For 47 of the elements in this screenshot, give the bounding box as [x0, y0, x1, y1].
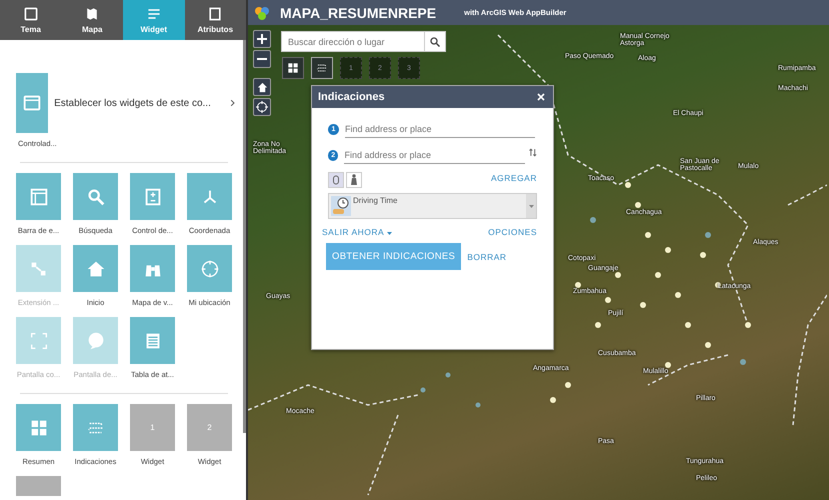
travel-mode-select[interactable]: Driving Time [328, 193, 537, 219]
controller-description[interactable]: Establecer los widgets de este co... [54, 98, 211, 108]
widget-tile[interactable] [187, 173, 232, 220]
options-link[interactable]: OPCIONES [488, 227, 537, 237]
widget-list-icon [146, 6, 162, 22]
swap-icon[interactable] [529, 148, 537, 156]
app-logo-icon [254, 4, 270, 20]
window-icon [22, 6, 39, 22]
app-title: MAPA_RESUMENREPE [280, 4, 436, 20]
widget-tile[interactable] [73, 404, 118, 451]
widget-tile[interactable] [73, 173, 118, 220]
widget-tile[interactable] [187, 245, 232, 292]
widget-tile[interactable] [130, 245, 175, 292]
sidebar-tab[interactable]: Widget [123, 0, 184, 40]
locate-button[interactable] [253, 98, 271, 116]
depart-now-dropdown[interactable]: SALIR AHORA [322, 227, 392, 237]
widget-tile[interactable] [16, 73, 48, 133]
close-icon[interactable] [537, 93, 545, 101]
car-clock-icon [331, 196, 351, 216]
widget-tile[interactable] [73, 245, 118, 292]
summary-widget-button[interactable] [282, 57, 304, 79]
crosshair-icon [256, 101, 268, 113]
search-field[interactable]: Buscar dirección o lugar [281, 31, 425, 52]
scrollbar[interactable] [243, 40, 246, 433]
walk-mode-button[interactable] [346, 172, 362, 188]
car-mode-button[interactable] [328, 172, 344, 188]
search-button[interactable] [425, 31, 446, 52]
widget-tile[interactable] [130, 173, 175, 220]
person-icon [349, 174, 359, 186]
directions-widget-button[interactable] [311, 57, 333, 79]
plus-icon [257, 34, 267, 44]
calculator-icon [286, 61, 300, 75]
widget-tile[interactable] [16, 173, 61, 220]
add-stop-link[interactable]: AGREGAR [490, 173, 537, 183]
home-button[interactable] [253, 78, 271, 96]
chevron-right-icon[interactable] [228, 98, 236, 108]
zoom-out-button[interactable] [253, 50, 271, 68]
dropdown-caret-icon [528, 204, 534, 208]
caret-icon [386, 232, 392, 235]
panel-title: Indicaciones [318, 91, 385, 103]
search-icon [430, 36, 440, 46]
clear-link[interactable]: BORRAR [467, 252, 507, 262]
widget-tile[interactable] [130, 317, 175, 364]
zoom-in-button[interactable] [253, 30, 271, 48]
get-directions-button[interactable]: OBTENER INDICACIONES [326, 243, 462, 270]
widget-tile[interactable] [16, 404, 61, 451]
home-icon [256, 82, 268, 92]
